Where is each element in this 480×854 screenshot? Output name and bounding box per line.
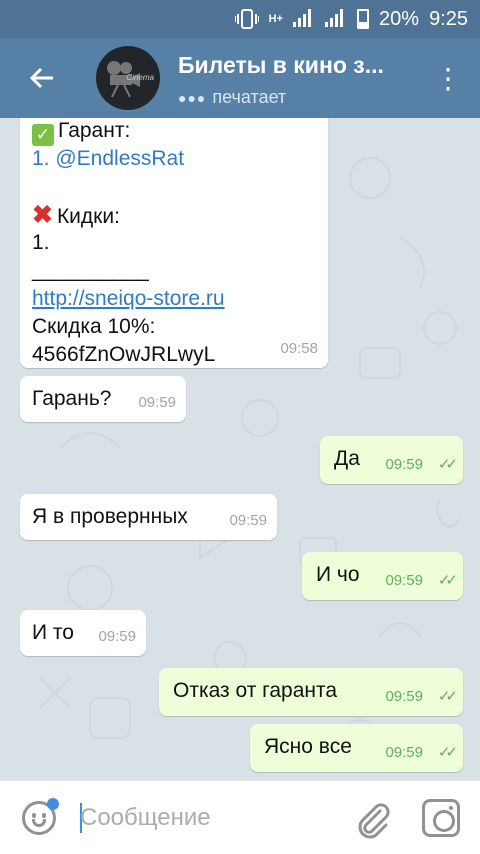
message-time: 09:59 [385,456,423,473]
message-text: Отказ от гаранта [173,679,338,702]
message-text: Я в провернных [32,505,188,528]
message-bubble-incoming[interactable]: Гарань? 09:59 [20,376,186,422]
message-text: Да [334,447,360,470]
vibrate-icon [234,8,259,30]
cross-mark-icon: ✖ [32,201,53,229]
camera-button[interactable] [422,799,460,837]
message-time: 09:59 [385,744,423,761]
message-bubble-incoming[interactable]: Я в провернных 09:59 [20,494,277,540]
network-type: H+ [268,13,284,25]
typing-label: печатает [212,87,287,107]
message-bubble-outgoing[interactable]: Ясно все 09:59 ✓✓ [250,724,463,772]
read-checks-icon: ✓✓ [437,572,458,589]
message-line: Скидка 10%: [32,315,156,338]
signal-icon [293,9,315,29]
status-bar: H+ 20% 9:25 [0,0,480,38]
message-time: 09:59 [98,628,136,645]
read-checks-icon: ✓✓ [437,456,458,473]
message-line: 1. [32,231,50,254]
message-bubble-outgoing[interactable]: Да 09:59 ✓✓ [320,436,463,484]
more-vertical-icon: ⋮ [434,62,462,94]
mention-link[interactable]: 1. @EndlessRat [32,146,316,174]
message-list[interactable]: ✓ Гарант: 1. @EndlessRat ✖ Кидки: 1. _____… [0,118,480,780]
clock: 9:25 [429,7,468,30]
message-line: ✓ Гарант: [32,118,316,146]
battery-icon [357,9,370,29]
message-line: __________ [32,259,149,282]
read-checks-icon: ✓✓ [437,688,458,705]
message-time: 09:59 [229,512,267,529]
message-time: 09:59 [385,572,423,589]
message-text: Гарань? [32,387,112,410]
message-line: 4566fZnOwJRLwyL [32,343,216,366]
arrow-left-icon [29,67,53,89]
message-composer [0,780,480,854]
chat-title: Билеты в кино з... [178,52,384,78]
smiley-eye [42,813,46,818]
chat-info[interactable]: Билеты в кино з... ●●● печатает [178,52,384,108]
message-text: И то [32,621,74,644]
attach-button[interactable] [352,799,392,844]
check-mark-icon: ✓ [32,124,54,146]
message-line: ✖ Кидки: [32,201,120,229]
message-bubble-outgoing[interactable]: Отказ от гаранта 09:59 ✓✓ [159,668,463,716]
message-bubble-incoming[interactable]: И то 09:59 [20,610,146,656]
message-bubble-incoming[interactable]: ✓ Гарант: 1. @EndlessRat ✖ Кидки: 1. _____… [20,118,328,368]
avatar[interactable]: Cinema [96,46,160,110]
message-text: И чо [316,563,360,586]
message-line [32,174,316,202]
message-text: Ясно все [264,735,352,758]
paperclip-icon [358,803,390,839]
message-time: 09:59 [385,688,423,705]
message-input[interactable] [80,799,330,837]
avatar-label: Cinema [126,73,154,82]
battery-level: 20% [379,7,420,30]
smiley-mouth [32,819,46,827]
read-checks-icon: ✓✓ [437,744,458,761]
typing-status: ●●● печатает [178,87,384,108]
message-time: 09:59 [138,394,176,411]
more-menu-button[interactable]: ⋮ [434,38,462,118]
back-button[interactable] [0,38,84,118]
message-time: 09:58 [280,340,318,357]
message-bubble-outgoing[interactable]: И чо 09:59 ✓✓ [302,552,463,600]
chat-header: Cinema Билеты в кино з... ●●● печатает ⋮ [0,38,480,118]
signal-2-icon [325,9,347,29]
smiley-icon [32,813,36,818]
url-link[interactable]: http://sneiqo-store.ru [32,286,316,314]
typing-dots-icon: ●●● [178,89,207,106]
notification-dot [47,798,59,810]
